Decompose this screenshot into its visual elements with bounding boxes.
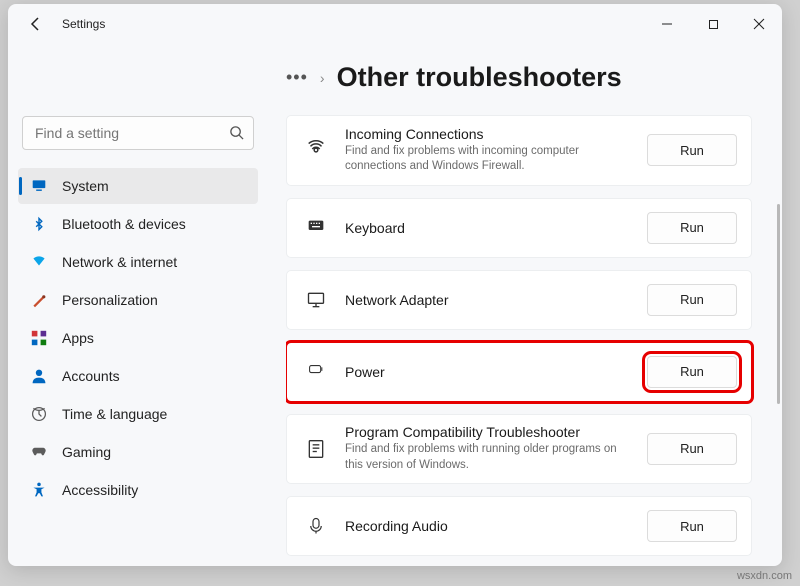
card-title: Incoming Connections bbox=[345, 126, 629, 142]
sidebar-item-system[interactable]: System bbox=[18, 168, 258, 204]
back-button[interactable] bbox=[28, 16, 44, 32]
search-icon bbox=[229, 125, 244, 140]
card-body: Recording Audio bbox=[345, 518, 629, 534]
troubleshooter-card-network-adapter: Network Adapter Run bbox=[286, 270, 752, 330]
sidebar-item-label: Time & language bbox=[62, 406, 167, 422]
maximize-button[interactable] bbox=[690, 4, 736, 44]
troubleshooter-card-compat: Program Compatibility Troubleshooter Fin… bbox=[286, 414, 752, 485]
run-button-compat[interactable]: Run bbox=[647, 433, 737, 465]
sidebar-item-label: Apps bbox=[62, 330, 94, 346]
sidebar-item-bluetooth[interactable]: Bluetooth & devices bbox=[18, 206, 258, 242]
sidebar-item-personalization[interactable]: Personalization bbox=[18, 282, 258, 318]
sidebar-item-label: Accounts bbox=[62, 368, 120, 384]
power-icon bbox=[305, 361, 327, 383]
card-title: Program Compatibility Troubleshooter bbox=[345, 424, 629, 440]
sidebar-item-apps[interactable]: Apps bbox=[18, 320, 258, 356]
recording-icon bbox=[305, 515, 327, 537]
minimize-button[interactable] bbox=[644, 4, 690, 44]
troubleshooter-card-recording: Recording Audio Run bbox=[286, 496, 752, 556]
scrollbar-thumb[interactable] bbox=[777, 204, 780, 404]
sidebar-item-accounts[interactable]: Accounts bbox=[18, 358, 258, 394]
sidebar-item-label: Bluetooth & devices bbox=[62, 216, 186, 232]
card-title: Network Adapter bbox=[345, 292, 629, 308]
window-controls bbox=[644, 4, 782, 44]
card-body: Program Compatibility Troubleshooter Fin… bbox=[345, 424, 629, 473]
gaming-icon bbox=[30, 443, 48, 461]
sidebar-item-network[interactable]: Network & internet bbox=[18, 244, 258, 280]
troubleshooter-card-keyboard: Keyboard Run bbox=[286, 198, 752, 258]
sidebar-item-label: Gaming bbox=[62, 444, 111, 460]
chevron-right-icon: › bbox=[320, 70, 325, 86]
breadcrumb-overflow-button[interactable]: ••• bbox=[286, 67, 308, 88]
network-adapter-icon bbox=[305, 289, 327, 311]
card-body: Keyboard bbox=[345, 220, 629, 236]
sidebar-item-label: Personalization bbox=[62, 292, 158, 308]
card-title: Power bbox=[345, 364, 629, 380]
time-icon bbox=[30, 405, 48, 423]
titlebar: Settings bbox=[8, 4, 782, 44]
sidebar: System Bluetooth & devices Network & inter… bbox=[8, 44, 268, 566]
close-button[interactable] bbox=[736, 4, 782, 44]
incoming-icon bbox=[305, 139, 327, 161]
sidebar-item-label: Accessibility bbox=[62, 482, 138, 498]
system-icon bbox=[30, 177, 48, 195]
window-body: System Bluetooth & devices Network & inter… bbox=[8, 44, 782, 566]
network-icon bbox=[30, 253, 48, 271]
apps-icon bbox=[30, 329, 48, 347]
search-input[interactable] bbox=[22, 116, 254, 150]
main-panel: ••• › Other troubleshooters Incoming Con… bbox=[268, 44, 782, 566]
card-title: Keyboard bbox=[345, 220, 629, 236]
card-body: Power bbox=[345, 364, 629, 380]
run-button-keyboard[interactable]: Run bbox=[647, 212, 737, 244]
settings-window: Settings System Bluetooth & devices Networ… bbox=[8, 4, 782, 566]
sidebar-item-accessibility[interactable]: Accessibility bbox=[18, 472, 258, 508]
breadcrumb: ••• › Other troubleshooters bbox=[286, 62, 754, 93]
card-body: Network Adapter bbox=[345, 292, 629, 308]
troubleshooter-list: Incoming Connections Find and fix proble… bbox=[286, 115, 754, 556]
card-title: Recording Audio bbox=[345, 518, 629, 534]
accessibility-icon bbox=[30, 481, 48, 499]
search-wrap bbox=[22, 116, 254, 150]
run-button-network-adapter[interactable]: Run bbox=[647, 284, 737, 316]
sidebar-item-gaming[interactable]: Gaming bbox=[18, 434, 258, 470]
sidebar-item-label: System bbox=[62, 178, 109, 194]
attribution-text: wsxdn.com bbox=[737, 570, 792, 582]
personalization-icon bbox=[30, 291, 48, 309]
keyboard-icon bbox=[305, 217, 327, 239]
page-title: Other troubleshooters bbox=[337, 62, 622, 93]
compat-icon bbox=[305, 438, 327, 460]
card-body: Incoming Connections Find and fix proble… bbox=[345, 126, 629, 175]
run-button-power[interactable]: Run bbox=[647, 356, 737, 388]
bluetooth-icon bbox=[30, 215, 48, 233]
sidebar-nav: System Bluetooth & devices Network & inter… bbox=[18, 168, 258, 508]
run-button-incoming[interactable]: Run bbox=[647, 134, 737, 166]
sidebar-item-label: Network & internet bbox=[62, 254, 177, 270]
app-title: Settings bbox=[62, 17, 105, 31]
troubleshooter-card-incoming: Incoming Connections Find and fix proble… bbox=[286, 115, 752, 186]
sidebar-item-time[interactable]: Time & language bbox=[18, 396, 258, 432]
card-desc: Find and fix problems with running older… bbox=[345, 442, 629, 473]
run-button-recording[interactable]: Run bbox=[647, 510, 737, 542]
card-desc: Find and fix problems with incoming comp… bbox=[345, 144, 629, 175]
accounts-icon bbox=[30, 367, 48, 385]
troubleshooter-card-power: Power Run bbox=[286, 342, 752, 402]
